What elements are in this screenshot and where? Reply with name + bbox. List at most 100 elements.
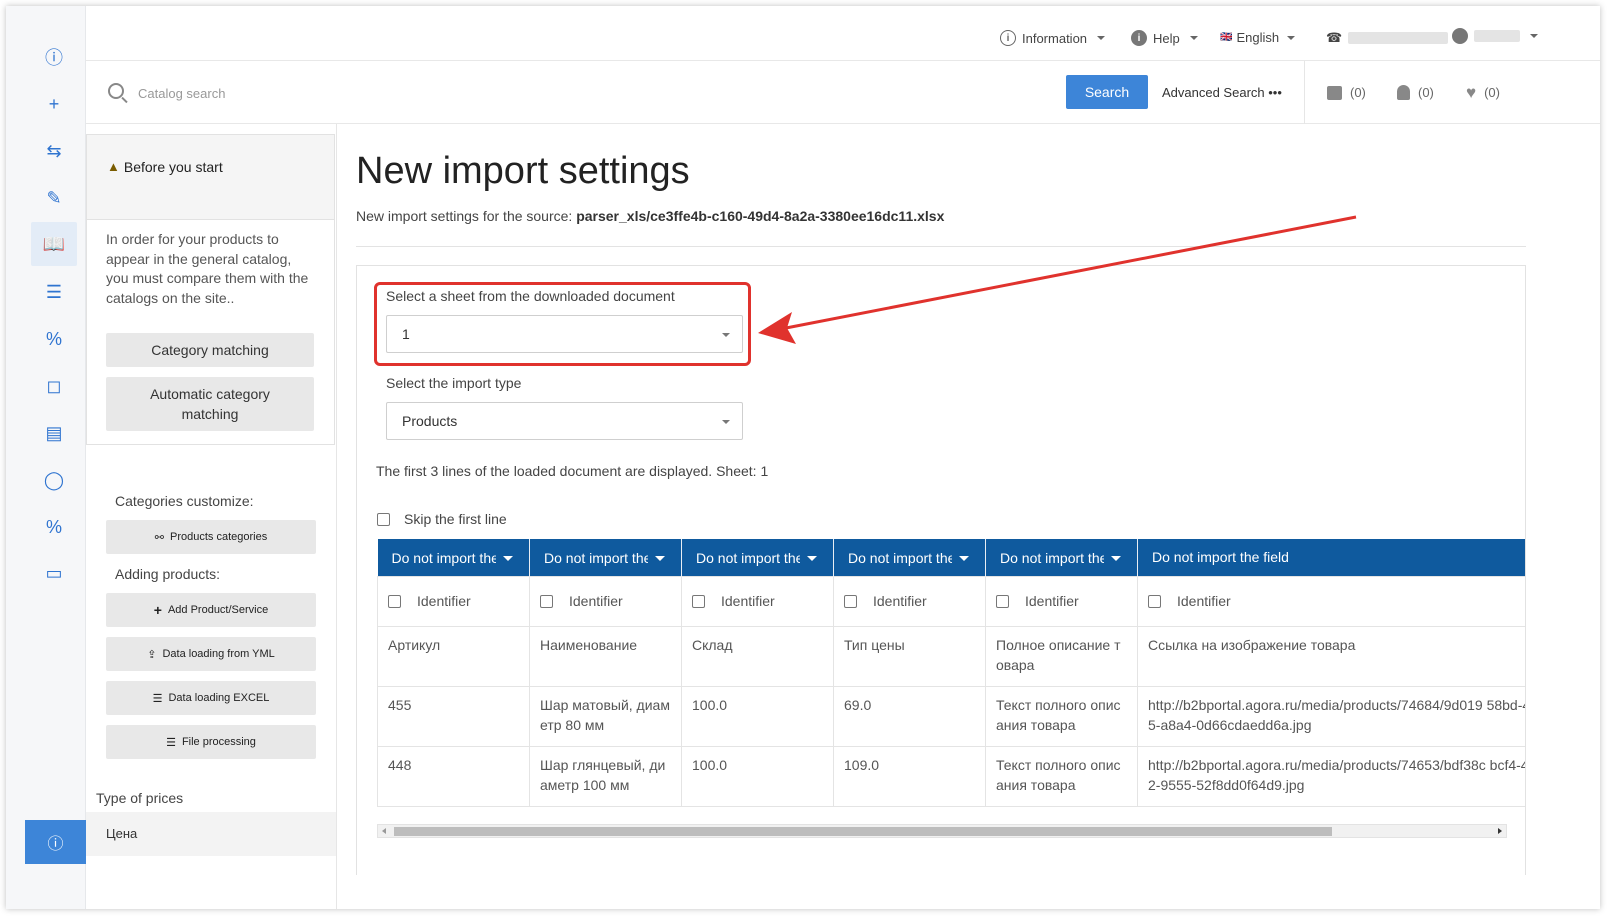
table-cell: 448 (377, 745, 530, 807)
list-icon: ☰ (166, 736, 176, 749)
bell-icon (1397, 85, 1410, 100)
search-button[interactable]: Search (1066, 75, 1148, 109)
list-icon: ☰ (152, 692, 163, 705)
table-cell: Склад (681, 625, 834, 687)
sidebar: ▲ Before you start In order for your pro… (86, 124, 336, 909)
add-product-button[interactable]: + Add Product/Service (106, 593, 316, 627)
scrollbar-thumb[interactable] (394, 827, 1332, 836)
plus-icon[interactable]: + (31, 82, 77, 126)
phone-number-redacted (1348, 32, 1449, 44)
upload-icon: ⇪ (147, 648, 157, 661)
scroll-right-icon[interactable] (1498, 828, 1502, 834)
excel-loading-button[interactable]: ☰ Data loading EXCEL (106, 681, 316, 715)
identifier-option[interactable]: Identifier (692, 591, 823, 611)
chevron-down-icon (722, 420, 730, 424)
yml-loading-button[interactable]: ⇪ Data loading from YML (106, 637, 316, 671)
plus-icon: + (153, 602, 162, 618)
table-cell: Артикул (377, 625, 530, 687)
percent-icon[interactable]: % (31, 505, 77, 549)
table-cell: Текст полного описания товара (985, 745, 1138, 807)
help-circle-icon: i (1131, 30, 1147, 46)
table-cell: Полное описание товара (985, 625, 1138, 687)
search-icon (108, 83, 124, 99)
category-matching-button[interactable]: Category matching (106, 333, 314, 367)
archive-icon[interactable]: ▤ (31, 411, 77, 455)
left-rail: ⓘ + ⇆ ✎ 📖 ☰ % ◻ ▤ ◯ % ▭ ⓘ (6, 6, 86, 909)
divider (356, 246, 1526, 247)
information-menu[interactable]: i Information (1000, 30, 1106, 46)
identifier-checkbox[interactable] (1148, 594, 1161, 608)
chevron-down-icon (1111, 556, 1121, 561)
skip-first-line-option[interactable]: Skip the first line (377, 511, 507, 527)
file-processing-button[interactable]: ☰ File processing (106, 725, 316, 759)
import-type-select[interactable]: Products (386, 402, 743, 440)
identifier-option[interactable]: Identifier (996, 591, 1127, 611)
column-mapping-dropdown[interactable]: Do not import the field (529, 539, 682, 576)
column-mapping-dropdown[interactable]: Do not import the field (985, 539, 1138, 576)
preview-table: Do not import the field Do not import th… (377, 539, 1525, 807)
type-of-prices-label: Type of prices (96, 790, 184, 806)
info-icon[interactable]: ⓘ (31, 35, 77, 79)
automatic-category-matching-button[interactable]: Automatic category matching (106, 377, 314, 431)
column-mapping-dropdown[interactable]: Do not import the field (377, 539, 530, 576)
table-cell: Текст полного описания товара (985, 685, 1138, 747)
before-start-header: ▲ Before you start (87, 135, 334, 220)
identifier-checkbox[interactable] (692, 594, 705, 608)
table-cell: Ссылка на изображение товара (1137, 625, 1525, 687)
import-settings-panel: Select a sheet from the downloaded docum… (356, 265, 1526, 875)
stats-counter[interactable]: (0) (1327, 85, 1366, 100)
identifier-option[interactable]: Identifier (540, 591, 671, 611)
help-menu[interactable]: i Help (1131, 30, 1198, 46)
identifier-checkbox[interactable] (540, 594, 553, 608)
favorites-counter[interactable]: ♥ (0) (1466, 84, 1500, 101)
advanced-search-link[interactable]: Advanced Search ••• (1162, 85, 1282, 100)
column-mapping-dropdown[interactable]: Do not import the field (833, 539, 986, 576)
file-icon[interactable]: ▭ (31, 551, 77, 595)
username-redacted (1474, 30, 1520, 42)
source-filename: parser_xls/ce3ffe4b-c160-49d4-8a2a-3380e… (576, 208, 945, 224)
identifier-checkbox[interactable] (996, 594, 1009, 608)
phone-icon: ☎ (1326, 30, 1343, 45)
preview-info-text: The first 3 lines of the loaded document… (376, 463, 769, 479)
help-info-icon[interactable]: ⓘ (25, 820, 86, 864)
table-cell: 100.0 (681, 745, 834, 807)
chevron-down-icon (959, 556, 969, 561)
scroll-left-icon[interactable] (382, 828, 386, 834)
chat-icon[interactable]: ◯ (31, 458, 77, 502)
bag-icon[interactable]: ◻ (31, 364, 77, 408)
catalog-search-input[interactable] (138, 79, 638, 107)
table-cell: Шар глянцевый, диаметр 100 мм (529, 745, 682, 807)
products-categories-button[interactable]: ⚯ Products categories (106, 520, 316, 554)
chevron-down-icon (655, 556, 665, 561)
table-cell: 69.0 (833, 685, 986, 747)
table-row: 455 Шар матовый, диаметр 80 мм 100.0 69.… (377, 685, 1525, 747)
catalog-book-icon[interactable]: 📖 (31, 222, 77, 266)
categories-customize-label: Categories customize: (115, 493, 254, 509)
page-title: New import settings (356, 150, 690, 192)
chevron-down-icon (503, 556, 513, 561)
horizontal-scrollbar[interactable] (377, 824, 1507, 838)
user-avatar-icon (1452, 28, 1468, 44)
identifier-checkbox[interactable] (388, 594, 401, 608)
identifier-row: Identifier Identifier Identifier Identif… (377, 575, 1525, 627)
sheet-select[interactable]: 1 (386, 315, 743, 353)
column-mapping-dropdown[interactable]: Do not import the field (681, 539, 834, 576)
edit-book-icon[interactable]: ✎ (31, 176, 77, 220)
identifier-option[interactable]: Identifier (1148, 591, 1525, 611)
sheet-select-label: Select a sheet from the downloaded docum… (386, 288, 675, 304)
document-list-icon[interactable]: ☰ (31, 270, 77, 314)
column-mapping-dropdown[interactable]: Do not import the field (1137, 539, 1525, 576)
warning-icon: ▲ (107, 159, 120, 174)
info-circle-icon: i (1000, 30, 1016, 46)
discount-icon[interactable]: % (31, 317, 77, 361)
user-menu[interactable] (1452, 28, 1538, 44)
notifications-counter[interactable]: (0) (1397, 85, 1434, 100)
identifier-checkbox[interactable] (844, 594, 857, 608)
identifier-option[interactable]: Identifier (388, 591, 519, 611)
app-window: ⓘ + ⇆ ✎ 📖 ☰ % ◻ ▤ ◯ % ▭ ⓘ i Information … (6, 6, 1600, 909)
language-menu[interactable]: 🇬🇧 English (1220, 30, 1296, 45)
exchange-icon[interactable]: ⇆ (31, 129, 77, 173)
price-type-item[interactable]: Цена (86, 812, 336, 856)
skip-first-line-checkbox[interactable] (377, 512, 390, 526)
identifier-option[interactable]: Identifier (844, 591, 975, 611)
